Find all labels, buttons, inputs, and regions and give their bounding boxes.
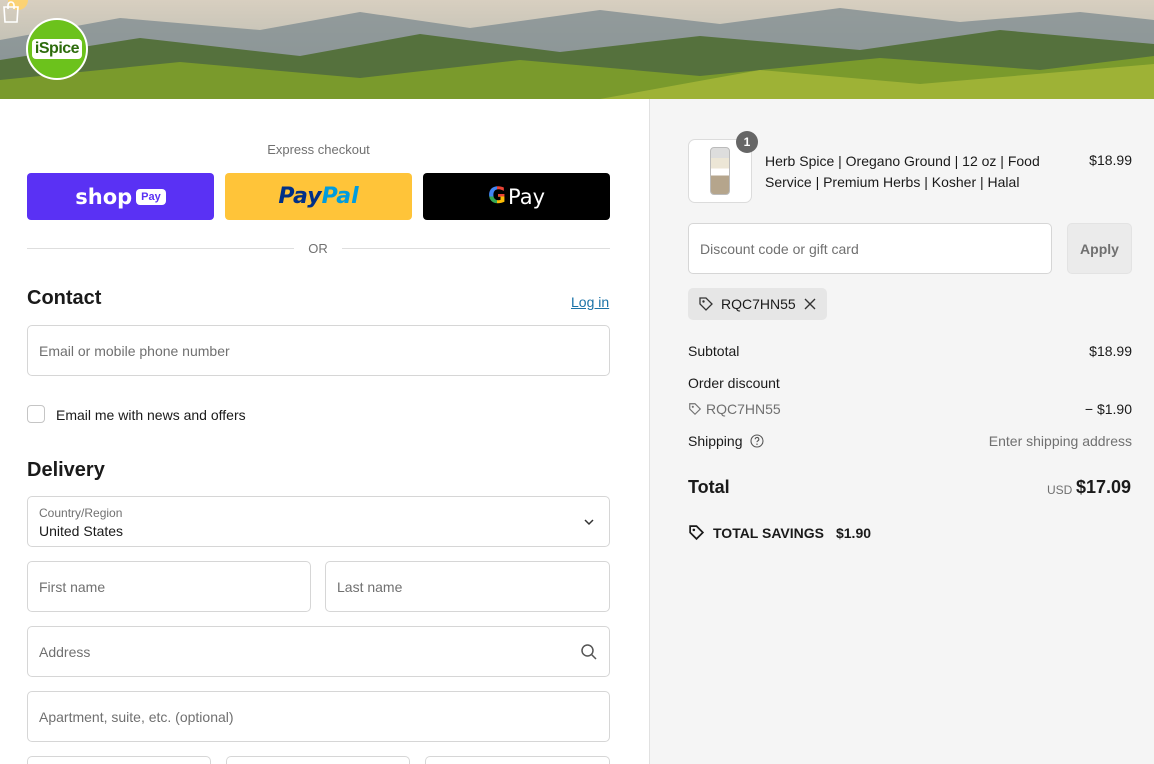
first-name-field[interactable] — [39, 578, 299, 595]
savings-tag-icon — [689, 525, 705, 541]
subtotal-label: Subtotal — [688, 343, 740, 359]
delivery-title: Delivery — [27, 459, 105, 481]
applied-code-text: RQC7HN55 — [721, 296, 796, 312]
remove-code-icon[interactable] — [803, 297, 817, 311]
newsletter-checkbox[interactable] — [27, 405, 45, 423]
apply-discount-button[interactable]: Apply — [1067, 223, 1132, 274]
paypal-part1: Pay — [278, 184, 322, 209]
or-divider-right — [342, 248, 610, 249]
total-currency: USD — [1047, 483, 1073, 497]
total-label: Total — [688, 477, 730, 497]
discount-wrapper — [688, 223, 1052, 274]
savings-value: $1.90 — [835, 524, 872, 541]
address-wrapper — [27, 626, 610, 677]
spice-jar-image — [710, 147, 730, 195]
discount-code-inline: RQC7HN55 — [688, 401, 1132, 417]
discount-code-text: RQC7HN55 — [706, 401, 781, 417]
apartment-wrapper — [27, 691, 610, 742]
shopping-bag-icon[interactable] — [0, 0, 22, 24]
order-discount-row: Order discount — [688, 375, 1132, 391]
first-name-wrapper — [27, 561, 311, 612]
savings-label: TOTAL SAVINGS — [713, 524, 824, 541]
shop-pay-wordmark: shop — [75, 184, 133, 209]
landscape-image — [0, 0, 1154, 99]
google-g-icon: G — [487, 184, 507, 209]
paypal-button[interactable]: PayPal — [225, 173, 412, 220]
checkout-form: Express checkout shop Pay PayPal G Pay OR… — [0, 99, 649, 764]
subtotal-value: $18.99 — [1089, 343, 1132, 359]
discount-code-row: RQC7HN55 − $1.90 — [688, 401, 1132, 417]
discount-value: − $1.90 — [1084, 401, 1132, 417]
or-divider-left — [27, 248, 294, 249]
zip-field[interactable] — [425, 756, 610, 764]
tag-icon — [689, 403, 702, 416]
country-value: United States — [39, 523, 124, 539]
order-summary: 1 Herb Spice | Oregano Ground | 12 oz | … — [649, 99, 1154, 764]
contact-title: Contact — [27, 287, 102, 309]
paypal-wordmark: PayPal — [278, 184, 358, 209]
paypal-part2: Pal — [321, 184, 359, 209]
total-savings: TOTAL SAVINGS $1.90 — [688, 524, 871, 541]
ispice-logo[interactable]: iSpice — [26, 18, 88, 80]
shipping-row: Shipping Enter shipping address — [688, 433, 1132, 449]
address-field[interactable] — [39, 643, 598, 660]
state-field[interactable] — [226, 756, 410, 764]
shipping-label: Shipping — [688, 433, 743, 449]
total-value: $17.09 — [1075, 477, 1131, 497]
quantity-badge: 1 — [736, 131, 758, 153]
gpay-word: Pay — [508, 184, 546, 209]
chevron-down-icon — [584, 519, 594, 526]
logo-text: iSpice — [31, 39, 83, 59]
discount-code-field[interactable] — [700, 240, 1040, 257]
shop-pay-chip: Pay — [136, 188, 166, 205]
shipping-value: Enter shipping address — [988, 433, 1132, 449]
shop-pay-button[interactable]: shop Pay — [27, 173, 214, 220]
last-name-wrapper — [325, 561, 610, 612]
email-field[interactable] — [39, 342, 598, 359]
product-price: $18.99 — [1089, 152, 1132, 168]
subtotal-row: Subtotal $18.99 — [688, 343, 1132, 359]
applied-code-chip: RQC7HN55 — [688, 288, 827, 320]
newsletter-label: Email me with news and offers — [56, 407, 246, 423]
country-label: Country/Region — [39, 506, 123, 520]
express-checkout-label: Express checkout — [267, 142, 370, 157]
country-select[interactable]: Country/Region United States — [27, 496, 610, 547]
order-discount-label: Order discount — [688, 375, 780, 391]
google-pay-button[interactable]: G Pay — [423, 173, 610, 220]
login-link[interactable]: Log in — [571, 294, 609, 310]
google-pay-wordmark: G Pay — [488, 184, 545, 209]
tag-icon — [699, 297, 713, 311]
last-name-field[interactable] — [337, 578, 598, 595]
city-field[interactable] — [27, 756, 211, 764]
apartment-field[interactable] — [39, 708, 598, 725]
header-banner: iSpice — [0, 0, 1154, 99]
search-icon[interactable] — [580, 643, 598, 661]
product-name: Herb Spice | Oregano Ground | 12 oz | Fo… — [765, 153, 1040, 190]
email-field-wrapper — [27, 325, 610, 376]
help-icon[interactable] — [750, 434, 764, 448]
or-divider-text: OR — [308, 241, 328, 256]
